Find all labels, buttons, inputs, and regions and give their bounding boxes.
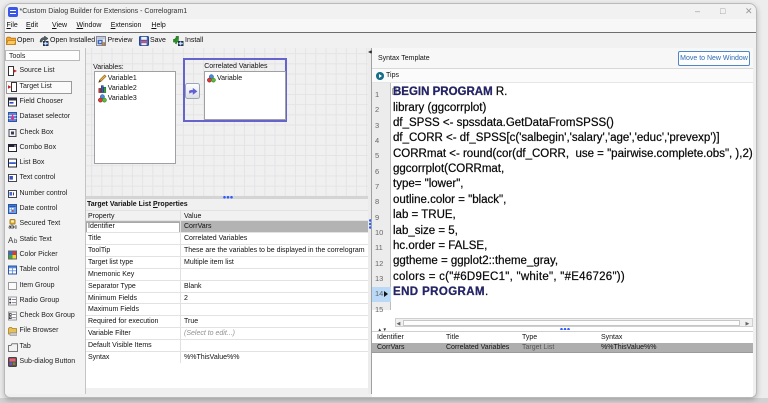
svg-text:abc: abc [9,225,18,229]
svg-text:b: b [14,239,18,245]
